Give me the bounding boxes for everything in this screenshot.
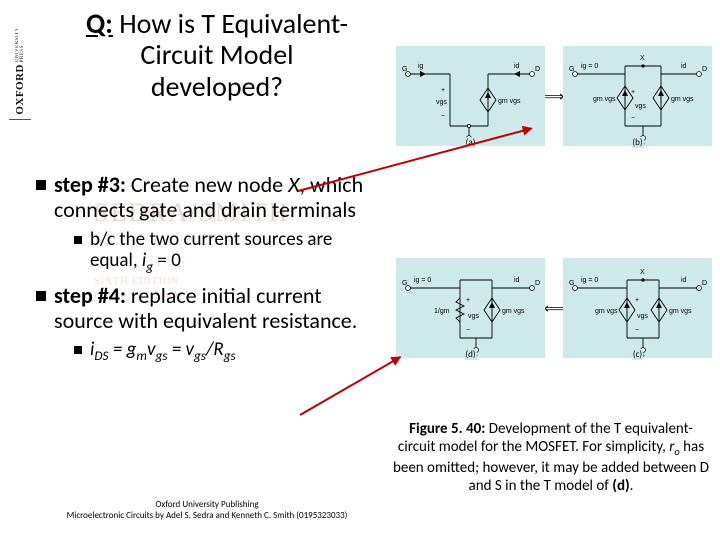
logo-title: OXFORD <box>14 64 26 115</box>
transition-arrow: ⟸ <box>545 258 563 358</box>
svg-text:id: id <box>514 63 520 70</box>
svg-text:−: − <box>635 327 639 334</box>
bullet-step-4-sub: iDS = gmvgs = vgs/Rgs <box>74 339 376 363</box>
svg-text:−: − <box>631 115 635 122</box>
eq-sub: gs <box>224 347 236 364</box>
svg-text:+: + <box>466 297 470 304</box>
title-text: How is T Equivalent-Circuit Model develo… <box>113 6 348 104</box>
svg-text:D: D <box>535 66 540 73</box>
circuit-panel-d: G D S ig = 0 id 1/gm gm vgs + − vgs (d) <box>396 258 545 358</box>
svg-text:G: G <box>402 280 407 287</box>
panel-label: (c) <box>632 349 643 360</box>
eq-sub: m <box>136 347 147 364</box>
bullet-text: step #3: Create new node X, which connec… <box>54 172 376 223</box>
bullet-label: step #3: <box>54 171 126 198</box>
svg-text:D: D <box>702 280 707 287</box>
bullet-text: step #4: replace initial current source … <box>54 283 376 334</box>
svg-text:id: id <box>681 277 687 284</box>
logo-subtitle: UNIVERSITY PRESS <box>15 10 25 62</box>
svg-text:ig = 0: ig = 0 <box>414 277 431 284</box>
svg-text:+: + <box>635 297 639 304</box>
svg-text:X: X <box>640 269 645 276</box>
double-arrow-icon: ⟸ <box>544 300 564 317</box>
bullet-step-3-sub: b/c the two current sources are equal, i… <box>74 229 376 275</box>
eq-sub: DS <box>94 347 108 364</box>
svg-text:D: D <box>702 66 707 73</box>
bullet-icon <box>36 291 46 301</box>
svg-text:ig = 0: ig = 0 <box>581 277 598 284</box>
slide-title: Q: How is T Equivalent-Circuit Model dev… <box>72 8 362 102</box>
bullet-icon <box>74 346 82 354</box>
svg-text:vgs: vgs <box>637 313 648 320</box>
double-arrow-icon: ⟹ <box>544 88 564 105</box>
svg-text:+: + <box>631 89 635 96</box>
logo-rule <box>9 119 31 120</box>
svg-text:+: + <box>441 87 445 94</box>
svg-text:−: − <box>466 327 470 334</box>
svg-text:1/gm: 1/gm <box>434 308 450 315</box>
bullet-var-x: X <box>288 171 299 198</box>
bullet-equation: iDS = gmvgs = vgs/Rgs <box>90 339 376 363</box>
svg-text:gm vgs: gm vgs <box>498 98 521 105</box>
credit-line: Oxford University Publishing Microelectr… <box>42 500 372 522</box>
caption-body: . <box>630 477 634 495</box>
title-q: Q: <box>86 6 113 41</box>
circuit-panel-c: G D S X ig = 0 id gm vgs gm vgs + − vgs … <box>563 258 712 358</box>
bullet-text: b/c the two current sources are equal, i… <box>90 229 376 275</box>
svg-text:gm vgs: gm vgs <box>593 96 616 103</box>
bullet-step-4: step #4: replace initial current source … <box>36 283 376 334</box>
bullet-icon <box>36 180 46 190</box>
eq-part: = <box>109 338 127 361</box>
circuit-panel-b: G D S X ig = 0 id gm vgs gm vgs + − vgs … <box>563 46 712 146</box>
transition-arrow: ⟹ <box>545 46 563 146</box>
eq-part: = <box>167 338 185 361</box>
svg-text:gm vgs: gm vgs <box>669 308 692 315</box>
svg-text:D: D <box>535 280 540 287</box>
eq-part: g <box>127 338 137 361</box>
svg-text:−: − <box>441 113 445 120</box>
svg-text:id: id <box>514 277 520 284</box>
caption-lead: Figure 5. 40: <box>409 420 485 438</box>
bullet-label: step #4: <box>54 282 126 309</box>
svg-text:vgs: vgs <box>436 99 447 106</box>
publisher-logo: UNIVERSITY PRESS OXFORD <box>4 10 36 120</box>
bullet-list: step #3: Create new node X, which connec… <box>36 172 376 371</box>
svg-text:gm vgs: gm vgs <box>595 308 618 315</box>
bullet-icon <box>74 236 82 244</box>
svg-text:gm vgs: gm vgs <box>502 308 525 315</box>
svg-text:gm vgs: gm vgs <box>671 96 694 103</box>
panel-label: (b) <box>631 137 643 148</box>
panel-label: (d) <box>464 349 476 360</box>
svg-text:X: X <box>640 55 645 62</box>
svg-text:G: G <box>569 280 574 287</box>
bullet-step-3: step #3: Create new node X, which connec… <box>36 172 376 223</box>
bullet-body: = 0 <box>153 249 181 272</box>
svg-text:id: id <box>681 63 687 70</box>
figure-grid: G D S ig id + − vgs gm vgs (a) ⟹ <box>396 46 712 358</box>
svg-text:vgs: vgs <box>468 313 479 320</box>
svg-text:ig = 0: ig = 0 <box>581 63 598 70</box>
svg-text:G: G <box>569 66 574 73</box>
bullet-body: b/c the two current sources are equal, <box>90 228 332 273</box>
eq-sub: gs <box>155 347 167 364</box>
credit-text: Microelectronic Circuits by Adel S. Sedr… <box>42 511 372 522</box>
figure-caption: Figure 5. 40: Development of the T equiv… <box>392 420 710 496</box>
eq-part: v <box>186 338 194 361</box>
svg-text:ig: ig <box>418 63 424 70</box>
bullet-body: Create new node <box>126 171 288 198</box>
eq-sub: gs <box>194 347 206 364</box>
svg-text:G: G <box>402 66 407 73</box>
eq-part: /R <box>206 338 224 361</box>
caption-ref: (d) <box>612 477 629 495</box>
svg-text:vgs: vgs <box>635 103 646 110</box>
